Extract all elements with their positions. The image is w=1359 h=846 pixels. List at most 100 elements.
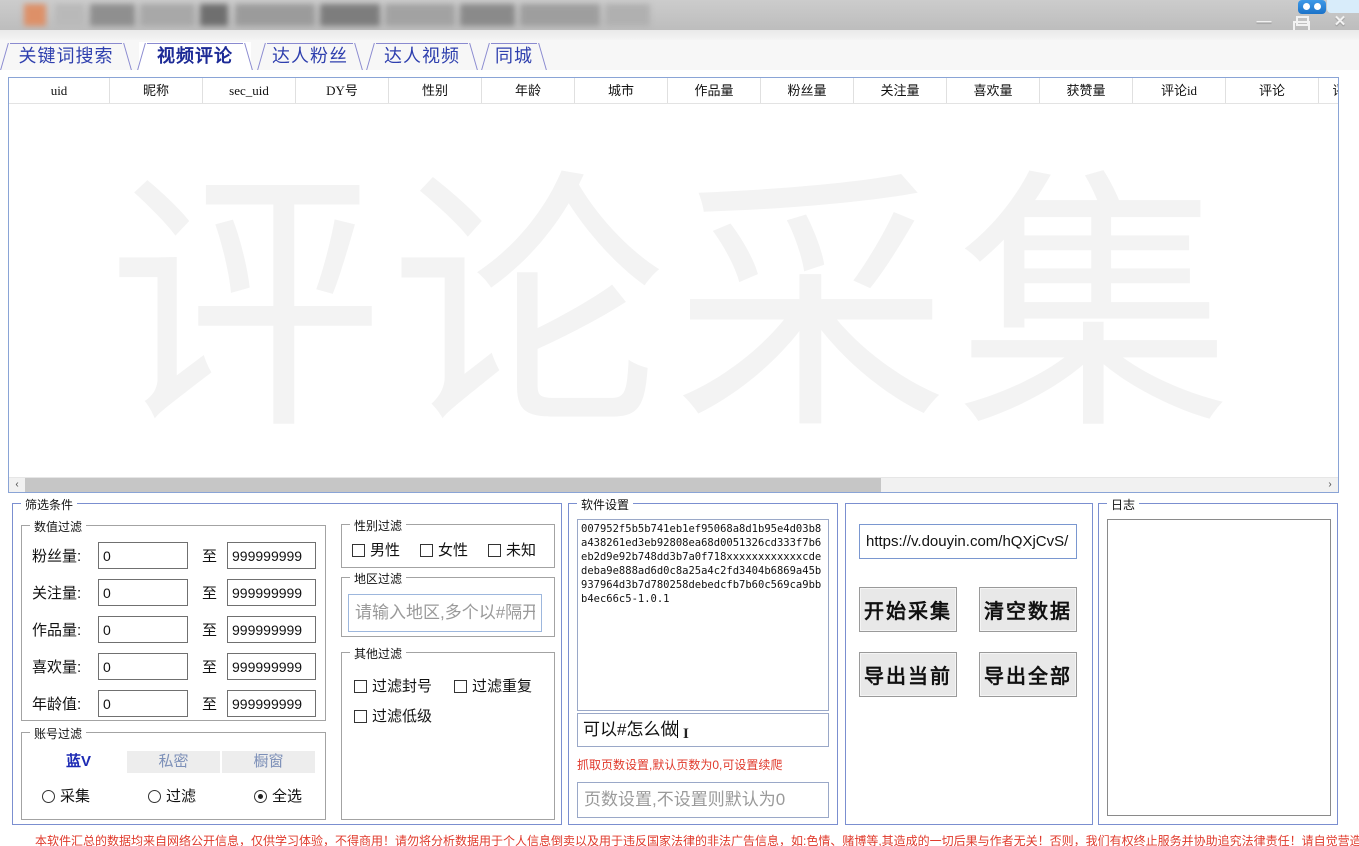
field-label: 年龄值: [32, 693, 98, 714]
tab-label: 达人粉丝 [272, 46, 348, 66]
region-input[interactable] [348, 594, 542, 632]
filter-conditions-group: 筛选条件 数值过滤 粉丝量: 至 关注量: 至 作品量: 至 [12, 503, 562, 825]
clear-data-button[interactable]: 清空数据 [979, 587, 1077, 632]
tab-label: 同城 [495, 46, 533, 66]
filter-radio[interactable]: 过滤 [148, 785, 196, 806]
works-max-input[interactable] [227, 616, 316, 643]
column-header-comment[interactable]: 评论 [1226, 78, 1319, 103]
unknown-checkbox[interactable]: 未知 [488, 539, 536, 560]
to-label: 至 [202, 693, 217, 714]
filter-duplicate-checkbox[interactable]: 过滤重复 [454, 675, 532, 696]
column-header-praised-count[interactable]: 获赞量 [1040, 78, 1133, 103]
select-all-radio[interactable]: 全选 [254, 785, 302, 806]
column-header-dy-id[interactable]: DY号 [296, 78, 389, 103]
scroll-left-arrow-icon[interactable]: ‹ [9, 478, 25, 493]
group-title: 软件设置 [577, 496, 633, 513]
token-textarea[interactable]: 007952f5b5b741eb1ef95068a8d1b95e4d03b8a4… [577, 519, 829, 711]
column-header-uid[interactable]: uid [9, 78, 110, 103]
works-min-input[interactable] [98, 616, 188, 643]
tab-video-comments[interactable]: 视频评论 [139, 42, 251, 70]
private-cell[interactable]: 私密 [127, 751, 220, 773]
scroll-right-arrow-icon[interactable]: › [1322, 478, 1338, 493]
tab-influencer-fans[interactable]: 达人粉丝 [259, 42, 361, 70]
checkbox-label: 男性 [370, 542, 400, 559]
column-header-gender[interactable]: 性别 [389, 78, 482, 103]
male-checkbox[interactable]: 男性 [352, 539, 400, 560]
fans-count-filter-row: 粉丝量: 至 [32, 542, 316, 569]
checkbox-icon [488, 544, 501, 557]
scrollbar-track[interactable] [881, 478, 1322, 492]
female-checkbox[interactable]: 女性 [420, 539, 468, 560]
window-controls: — ✕ [1253, 12, 1351, 30]
log-output[interactable] [1107, 519, 1331, 816]
to-label: 至 [202, 656, 217, 677]
likes-min-input[interactable] [98, 653, 188, 680]
page-count-hint: 抓取页数设置,默认页数为0,可设置续爬 [577, 756, 782, 773]
column-header-following-count[interactable]: 关注量 [854, 78, 947, 103]
radio-icon [42, 790, 55, 803]
column-header-likes-count[interactable]: 喜欢量 [947, 78, 1040, 103]
table-header-row: uid 昵称 sec_uid DY号 性别 年龄 城市 作品量 粉丝量 关注量 … [9, 78, 1338, 104]
gender-filter-group: 性别过滤 男性 女性 未知 [341, 524, 555, 568]
column-header-sec-uid[interactable]: sec_uid [203, 78, 296, 103]
redacted-window-title [0, 0, 700, 30]
field-label: 喜欢量: [32, 656, 98, 677]
radio-label: 过滤 [166, 788, 196, 805]
tab-same-city[interactable]: 同城 [483, 42, 545, 70]
tab-label: 关键词搜索 [19, 46, 114, 66]
keyword-input[interactable]: 可以#怎么做 I [577, 713, 829, 747]
radio-checked-icon [254, 790, 267, 803]
column-header-works-count[interactable]: 作品量 [668, 78, 761, 103]
region-filter-group: 地区过滤 [341, 577, 555, 637]
video-url-input[interactable] [859, 524, 1077, 559]
fans-max-input[interactable] [227, 542, 316, 569]
restore-button[interactable] [1291, 13, 1313, 30]
column-header-partial[interactable]: 评 [1319, 78, 1339, 103]
page-count-input[interactable] [577, 782, 829, 818]
export-current-button[interactable]: 导出当前 [859, 652, 957, 697]
following-count-filter-row: 关注量: 至 [32, 579, 316, 606]
tab-keyword-search[interactable]: 关键词搜索 [2, 42, 130, 70]
to-label: 至 [202, 545, 217, 566]
following-min-input[interactable] [98, 579, 188, 606]
radio-icon [148, 790, 161, 803]
start-collect-button[interactable]: 开始采集 [859, 587, 957, 632]
column-header-nickname[interactable]: 昵称 [110, 78, 203, 103]
field-label: 作品量: [32, 619, 98, 640]
works-count-filter-row: 作品量: 至 [32, 616, 316, 643]
checkbox-label: 未知 [506, 542, 536, 559]
export-all-button[interactable]: 导出全部 [979, 652, 1077, 697]
likes-count-filter-row: 喜欢量: 至 [32, 653, 316, 680]
fans-min-input[interactable] [98, 542, 188, 569]
column-header-city[interactable]: 城市 [575, 78, 668, 103]
app-window: — ✕ 关键词搜索 视频评论 达人粉丝 达人视频 同城 uid [0, 0, 1359, 846]
checkbox-label: 女性 [438, 542, 468, 559]
column-header-fans-count[interactable]: 粉丝量 [761, 78, 854, 103]
title-bar: — ✕ [0, 0, 1359, 30]
close-button[interactable]: ✕ [1329, 12, 1351, 30]
log-group: 日志 [1098, 503, 1338, 825]
minimize-button[interactable]: — [1253, 13, 1275, 30]
radio-label: 全选 [272, 788, 302, 805]
other-options-row-1: 过滤封号 过滤重复 [354, 675, 532, 696]
column-header-age[interactable]: 年龄 [482, 78, 575, 103]
likes-max-input[interactable] [227, 653, 316, 680]
following-max-input[interactable] [227, 579, 316, 606]
filter-lowlevel-checkbox[interactable]: 过滤低级 [354, 705, 432, 726]
checkbox-icon [454, 680, 467, 693]
collect-radio[interactable]: 采集 [42, 785, 90, 806]
tab-influencer-videos[interactable]: 达人视频 [368, 42, 476, 70]
horizontal-scrollbar[interactable]: ‹ › [9, 477, 1338, 492]
blue-v-cell[interactable]: 蓝V [32, 751, 125, 773]
showcase-cell[interactable]: 橱窗 [222, 751, 315, 773]
restore-icon [1296, 16, 1309, 26]
checkbox-label: 过滤重复 [472, 678, 532, 695]
column-header-comment-id[interactable]: 评论id [1133, 78, 1226, 103]
scrollbar-thumb[interactable] [25, 478, 881, 493]
age-max-input[interactable] [227, 690, 316, 717]
filter-banned-checkbox[interactable]: 过滤封号 [354, 675, 432, 696]
age-min-input[interactable] [98, 690, 188, 717]
disclaimer-text: 本软件汇总的数据均来自网络公开信息，仅供学习体验，不得商用！请勿将分析数据用于个… [35, 832, 1345, 846]
text-caret [677, 720, 678, 738]
field-label: 粉丝量: [32, 545, 98, 566]
